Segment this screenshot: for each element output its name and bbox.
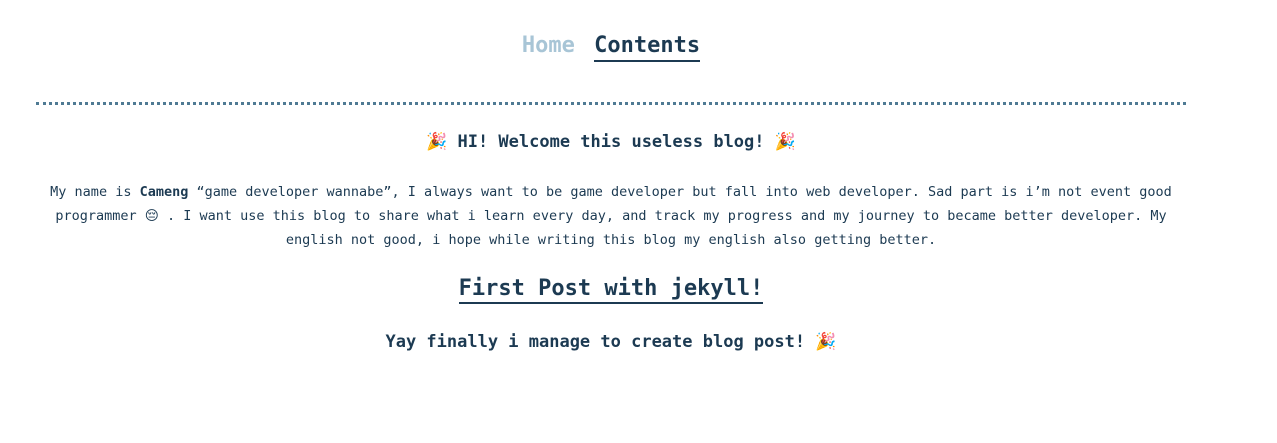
party-popper-icon: 🎉 <box>426 132 448 152</box>
party-popper-icon: 🎉 <box>774 132 796 152</box>
post-excerpt-text: Yay finally i manage to create blog post… <box>385 332 806 352</box>
pensive-face-icon: 😔 <box>144 208 159 224</box>
post-title-heading: First Post with jekyll! <box>0 274 1222 304</box>
author-name: Cameng <box>139 184 189 200</box>
party-popper-icon: 🎉 <box>815 332 837 352</box>
intro-paragraph: My name is Cameng “game developer wannab… <box>30 180 1192 252</box>
nav-link-home[interactable]: Home <box>522 30 575 62</box>
post-title-link[interactable]: First Post with jekyll! <box>458 275 764 304</box>
page: Home Contents 🎉 HI! Welcome this useless… <box>0 0 1222 443</box>
post-excerpt: Yay finally i manage to create blog post… <box>0 328 1222 356</box>
top-nav: Home Contents <box>0 30 1222 62</box>
nav-link-contents[interactable]: Contents <box>594 32 701 62</box>
intro-text-3: . I want use this blog to share what i l… <box>158 208 1167 248</box>
intro-text-1: My name is <box>50 184 140 200</box>
dotted-divider <box>36 102 1186 105</box>
welcome-text: HI! Welcome this useless blog! <box>457 132 765 152</box>
welcome-heading: 🎉 HI! Welcome this useless blog! 🎉 <box>0 128 1222 156</box>
